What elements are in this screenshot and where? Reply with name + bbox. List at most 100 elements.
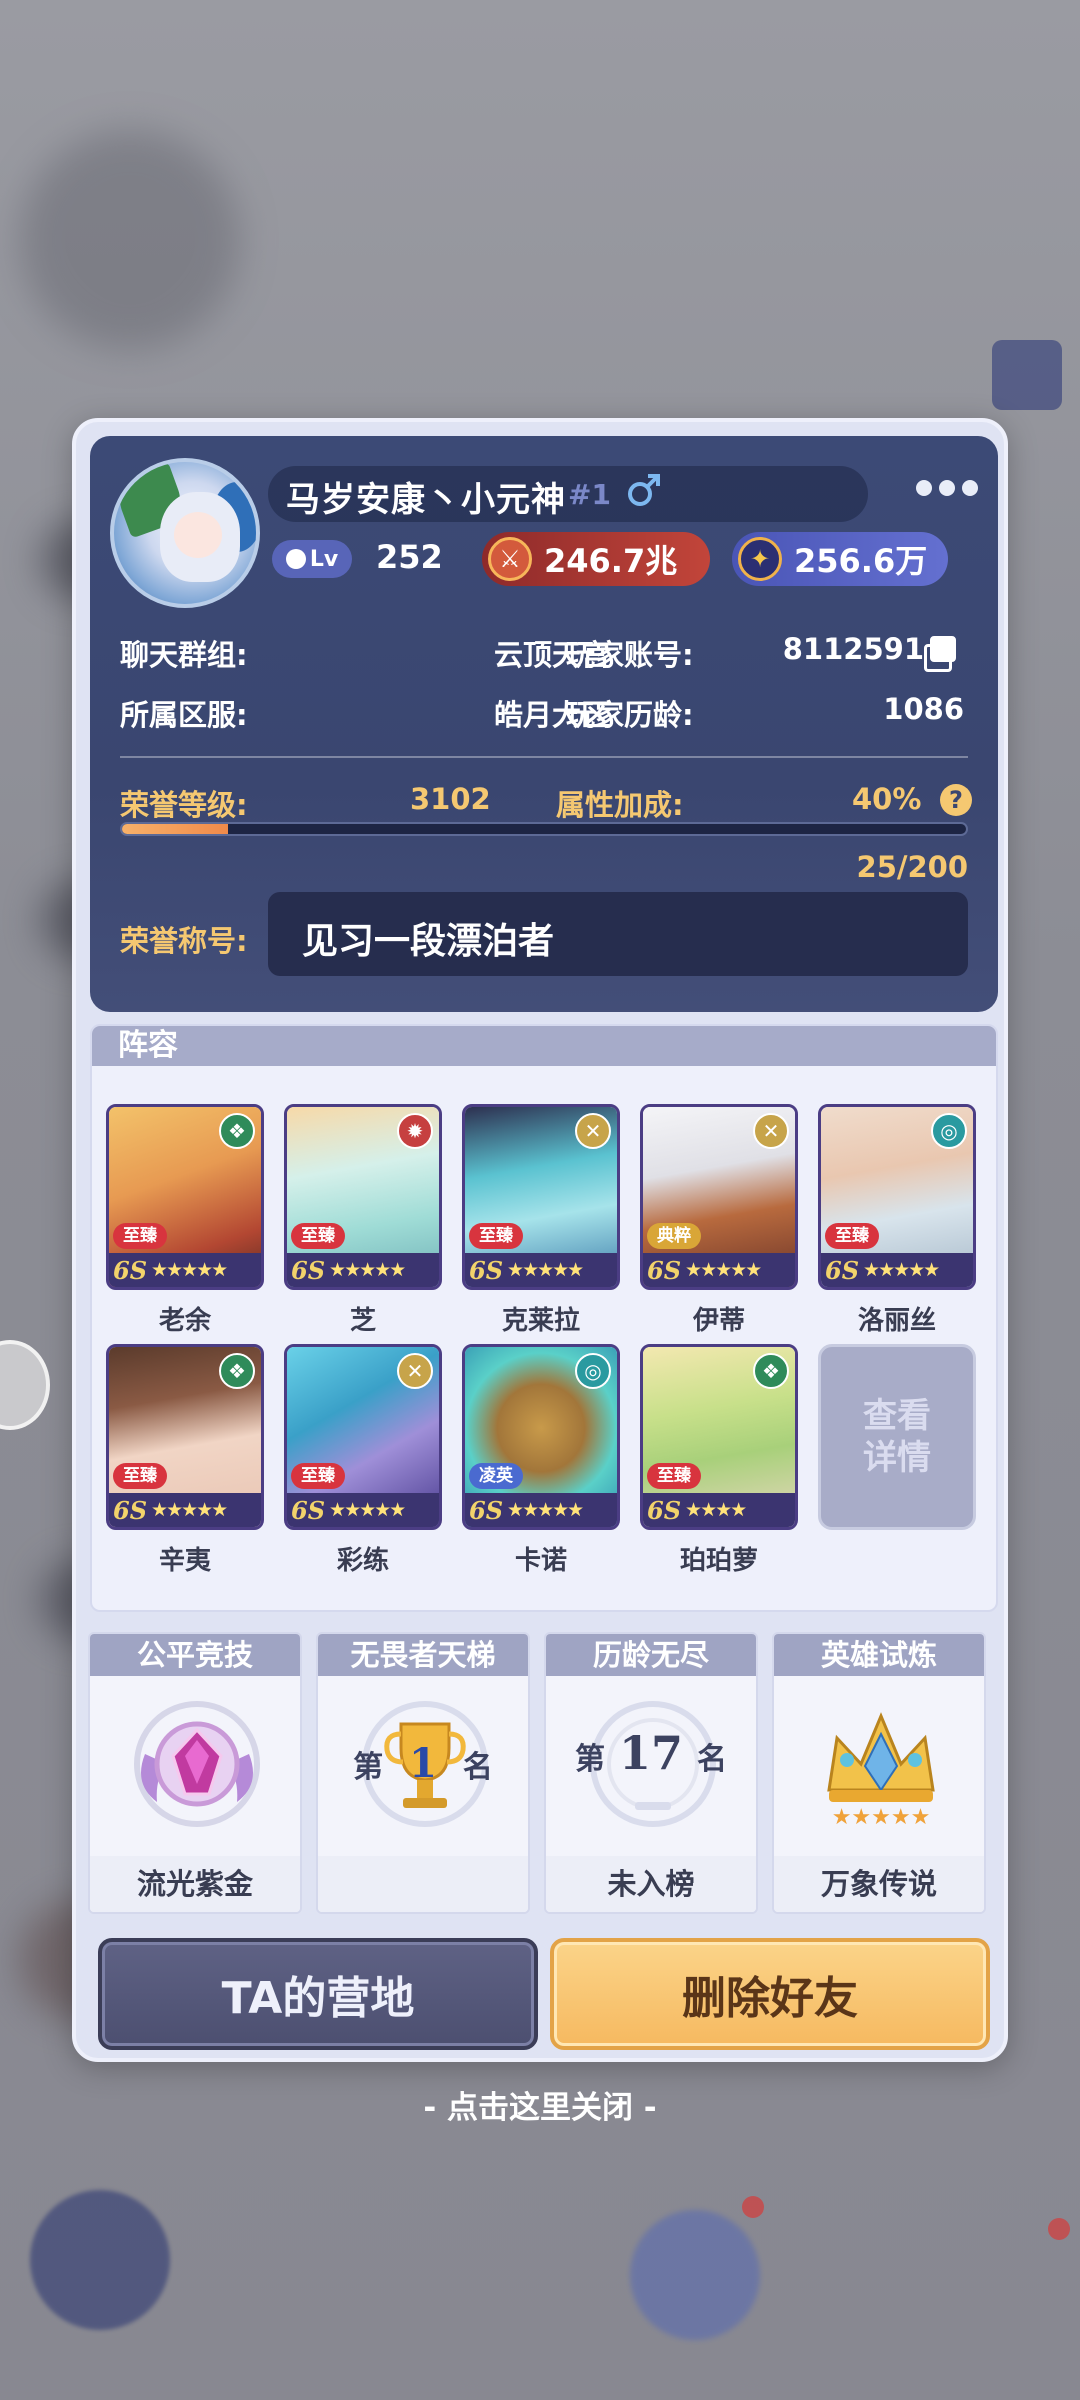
hero-card[interactable]: ❖ 至臻 6S ★★★★ 珀珀萝 (640, 1344, 798, 1577)
level-badge: Lv (272, 540, 352, 578)
hero-card[interactable]: ❖ 至臻 6S ★★★★★ 辛夷 (106, 1344, 264, 1577)
hero-name: 珀珀萝 (679, 1546, 758, 1576)
wind-element-icon: ❖ (219, 1113, 255, 1149)
chat-group-label: 聊天群组: (120, 638, 248, 672)
attr-bonus-value: 40% (852, 782, 922, 816)
view-camp-button[interactable]: TA的营地 (98, 1938, 538, 2050)
hero-stars: ★★★★★ (685, 1259, 762, 1281)
paw-icon (285, 549, 306, 569)
honor-level-label: 荣誉等级: (120, 788, 248, 822)
hero-card[interactable]: ◎ 至臻 6S ★★★★★ 洛丽丝 (818, 1104, 976, 1337)
hero-stars: ★★★★★ (151, 1259, 228, 1281)
hero-name: 老余 (158, 1306, 211, 1336)
star-coin-icon: ✦ (738, 537, 782, 581)
hero-name: 辛夷 (158, 1546, 211, 1576)
fire-element-icon: ✹ (397, 1113, 433, 1149)
hero-name: 芝 (349, 1306, 376, 1336)
hero-tag: 至臻 (291, 1463, 345, 1489)
hero-card[interactable]: ◎ 凌英 6S ★★★★★ 卡诺 (462, 1344, 620, 1577)
endless-card[interactable]: 历龄无尽 第 17 名 未入榜 (544, 1632, 758, 1914)
currency-blue-value: 256.6万 (794, 542, 928, 580)
hero-grade: 6S (469, 1255, 504, 1285)
player-rank: #1 (568, 478, 611, 511)
hero-card[interactable]: ✕ 至臻 6S ★★★★★ 彩练 (284, 1344, 442, 1577)
account-label: 玩家账号: (566, 638, 694, 672)
help-icon[interactable]: ? (940, 784, 972, 816)
profile-card: 马岁安康丶小元神 #1 Lv 252 ⚔ 246.7兆 ✦ 256.6万 聊天群… (90, 436, 998, 1012)
hero-grade: 6S (291, 1255, 326, 1285)
hero-stars: ★★★★★ (151, 1499, 228, 1521)
hero-grade: 6S (113, 1255, 148, 1285)
ladder-rank: 第1名 (318, 1740, 528, 1787)
hero-name: 克莱拉 (501, 1306, 580, 1336)
hero-stars: ★★★★★ (507, 1499, 584, 1521)
gold-element-icon: ✕ (575, 1113, 611, 1149)
player-name: 马岁安康丶小元神 (286, 480, 566, 520)
honor-progress-text: 25/200 (856, 850, 968, 884)
gold-element-icon: ✕ (397, 1353, 433, 1389)
hero-stars: ★★★★★ (329, 1259, 406, 1281)
lineup-header: 阵容 (92, 1026, 996, 1066)
age-value: 1086 (883, 692, 964, 726)
view-details-button[interactable]: 查看详情 (818, 1344, 976, 1530)
hero-card[interactable]: ✹ 至臻 6S ★★★★★ 芝 (284, 1104, 442, 1337)
purple-gold-rank-icon (134, 1701, 260, 1827)
hero-stars: ★★★★★ (863, 1259, 940, 1281)
hero-name: 伊蒂 (692, 1306, 745, 1336)
level-value: 252 (376, 538, 443, 576)
rank-number: 17 (618, 1726, 683, 1780)
honor-level-value: 3102 (410, 782, 491, 816)
hero-grade: 6S (825, 1255, 860, 1285)
currency-red: ⚔ 246.7兆 (482, 532, 710, 586)
stat-footer: 万象传说 (774, 1856, 984, 1912)
rank-prefix: 第 (574, 1742, 605, 1777)
ladder-card[interactable]: 无畏者天梯 第1名 (316, 1632, 530, 1914)
hero-card[interactable]: ✕ 至臻 6S ★★★★★ 克莱拉 (462, 1104, 620, 1337)
stat-title: 历龄无尽 (546, 1634, 756, 1676)
notification-dot (1048, 2218, 1070, 2240)
hero-stars: ★★★★★ (329, 1499, 406, 1521)
close-hint-link[interactable]: - 点击这里关闭 - (0, 2082, 1080, 2127)
hero-name: 卡诺 (514, 1546, 567, 1576)
wind-element-icon: ❖ (219, 1353, 255, 1389)
honor-title-label: 荣誉称号: (120, 924, 248, 958)
hero-tag: 至臻 (113, 1223, 167, 1249)
account-value: 8112591 (782, 632, 924, 666)
hero-stars: ★★★★ (685, 1499, 747, 1521)
delete-friend-button[interactable]: 删除好友 (550, 1938, 990, 2050)
copy-icon[interactable] (924, 636, 956, 672)
hero-card[interactable]: ✕ 典粹 6S ★★★★★ 伊蒂 (640, 1104, 798, 1337)
stat-title: 无畏者天梯 (318, 1634, 528, 1676)
hero-name: 洛丽丝 (857, 1306, 936, 1336)
level-label: Lv (309, 546, 339, 572)
attr-bonus-label: 属性加成: (556, 788, 684, 822)
notification-dot (742, 2196, 764, 2218)
male-icon (628, 474, 660, 506)
rank-prefix: 第 (353, 1750, 384, 1785)
hero-tag: 凌英 (469, 1463, 523, 1489)
hero-tag: 至臻 (647, 1463, 701, 1489)
honor-progress-bar (120, 822, 968, 836)
hero-grade: 6S (291, 1495, 326, 1525)
power-coin-icon: ⚔ (488, 537, 532, 581)
hero-tag: 至臻 (825, 1223, 879, 1249)
gold-element-icon: ✕ (753, 1113, 789, 1149)
hero-card[interactable]: ❖ 至臻 6S ★★★★★ 老余 (106, 1104, 264, 1337)
hero-tag: 典粹 (647, 1223, 701, 1249)
hero-trial-card[interactable]: 英雄试炼 ★★★★★ 万象传说 (772, 1632, 986, 1914)
more-options-icon[interactable] (916, 480, 978, 496)
divider (120, 756, 968, 758)
avatar[interactable] (110, 458, 260, 608)
background-action-button (992, 340, 1062, 410)
background-bottom-button (630, 2210, 760, 2340)
stat-footer: 未入榜 (546, 1856, 756, 1912)
hero-grade: 6S (469, 1495, 504, 1525)
hero-stars: ★★★★★ (507, 1259, 584, 1281)
hero-grade: 6S (113, 1495, 148, 1525)
hero-grade: 6S (647, 1255, 682, 1285)
hero-tag: 至臻 (291, 1223, 345, 1249)
stat-title: 公平竞技 (90, 1634, 300, 1676)
fair-arena-card[interactable]: 公平竞技 流光紫金 (88, 1632, 302, 1914)
currency-red-value: 246.7兆 (544, 542, 678, 580)
rank-suffix: 名 (462, 1750, 493, 1785)
